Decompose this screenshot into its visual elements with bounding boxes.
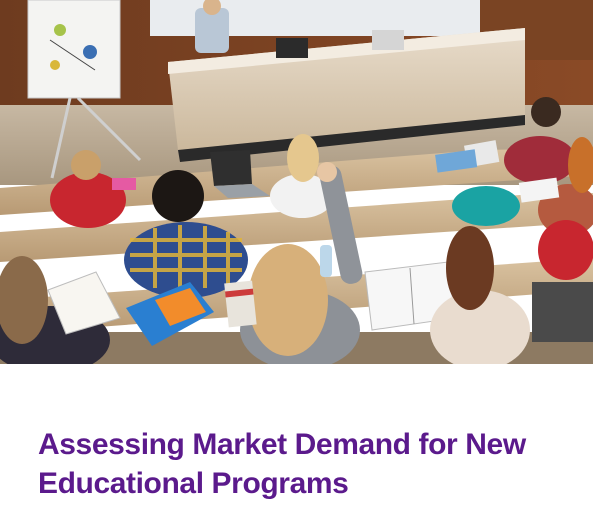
- lecture-hall-photo-icon: [0, 0, 593, 364]
- article-title[interactable]: Assessing Market Demand for New Educatio…: [38, 425, 578, 503]
- hero-image[interactable]: [0, 0, 593, 364]
- article-card[interactable]: Assessing Market Demand for New Educatio…: [0, 0, 593, 510]
